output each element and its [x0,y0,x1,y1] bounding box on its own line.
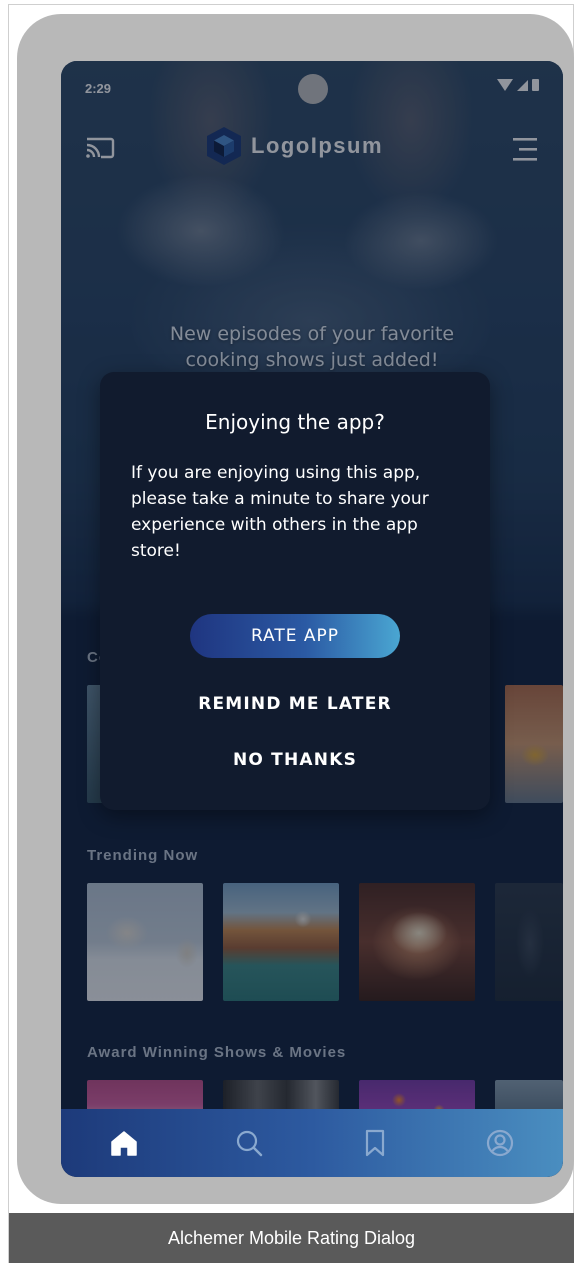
hero-line-2: cooking shows just added! [185,349,439,371]
nav-search[interactable] [232,1126,266,1160]
trending-thumbnail-cave[interactable] [359,883,475,1001]
menu-icon[interactable] [509,135,539,163]
logo-hexagon-icon [207,127,241,165]
status-icons [497,79,539,91]
image-caption: Alchemer Mobile Rating Dialog [167,1227,416,1248]
hero-line-1: New episodes of your favorite [169,323,455,345]
home-icon [111,1131,137,1156]
trending-thumbnail-polar-bears[interactable] [87,883,203,1001]
app-logo: LogoIpsum [205,125,383,167]
status-time: 2:29 [85,81,112,96]
no-thanks-button[interactable]: NO THANKS [100,750,490,770]
hero-headline: New episodes of your favorite cooking sh… [91,321,533,373]
remind-me-later-button[interactable]: REMIND ME LATER [100,694,490,714]
profile-icon [487,1129,514,1157]
cast-icon[interactable] [85,135,115,159]
dialog-message: If you are enjoying using this app, plea… [131,463,429,561]
phone-frame: 2:29 LogoIpsum New episodes of your favo… [17,14,574,1204]
search-icon [237,1130,263,1157]
logo-text: LogoIpsum [251,133,384,158]
section-title-trending: Trending Now [87,847,199,864]
signal-icon [517,79,528,91]
trending-thumbnail-dark[interactable] [495,883,563,1001]
camera-cutout [298,74,328,104]
dialog-title: Enjoying the app? [205,410,385,434]
nav-home[interactable] [107,1126,141,1160]
content-thumbnail[interactable] [505,685,563,803]
nav-bookmarks[interactable] [358,1126,392,1160]
caption-bar: Alchemer Mobile Rating Dialog [9,1213,574,1263]
section-title-award-winning: Award Winning Shows & Movies [87,1044,347,1061]
bottom-navigation [61,1109,563,1177]
wifi-icon [497,79,513,91]
battery-icon [532,79,539,91]
rate-app-button[interactable]: RATE APP [190,614,400,658]
rating-dialog: Enjoying the app? If you are enjoying us… [100,372,490,810]
bookmark-icon [365,1129,384,1157]
nav-profile[interactable] [483,1126,517,1160]
trending-thumbnail-venice[interactable] [223,883,339,1001]
